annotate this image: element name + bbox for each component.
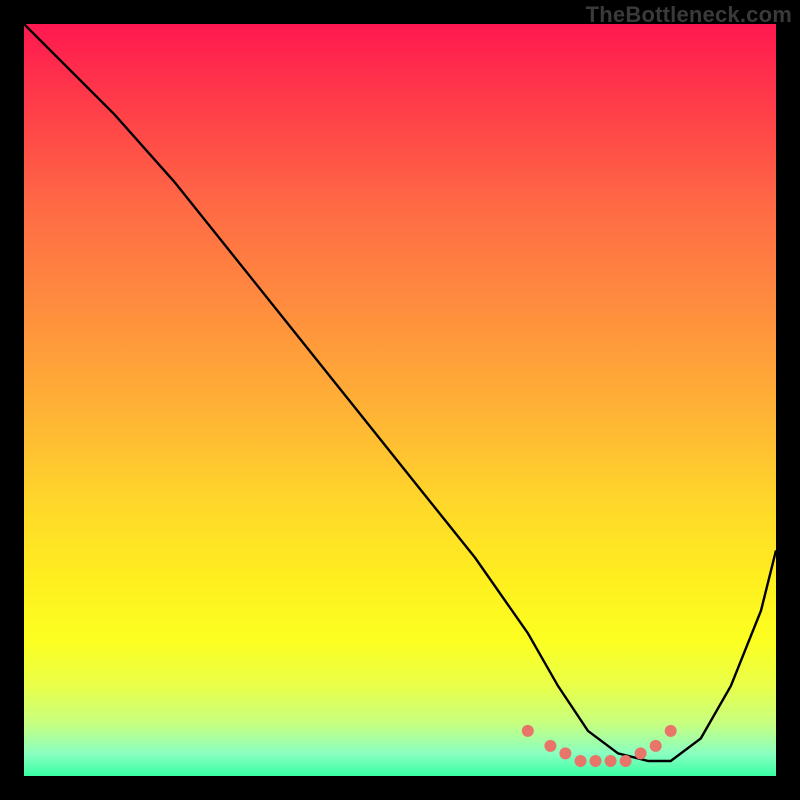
curve-dot [665, 725, 677, 737]
curve-dot [590, 755, 602, 767]
curve-dot [605, 755, 617, 767]
curve-dot [650, 740, 662, 752]
plot-area [24, 24, 776, 776]
chart-frame: TheBottleneck.com [0, 0, 800, 800]
curve-dot [522, 725, 534, 737]
curve-dot [635, 747, 647, 759]
curve-dot [575, 755, 587, 767]
curve-dot [559, 747, 571, 759]
curve-dot [620, 755, 632, 767]
curve-line [24, 24, 776, 761]
watermark-text: TheBottleneck.com [586, 2, 792, 28]
curve-dot [544, 740, 556, 752]
chart-svg [24, 24, 776, 776]
